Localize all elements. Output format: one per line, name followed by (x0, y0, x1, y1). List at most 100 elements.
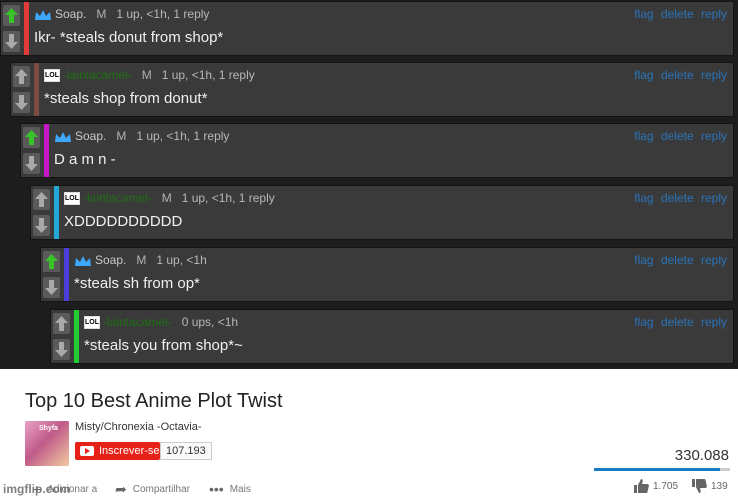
comment-text: *steals you from shop*~ (84, 337, 243, 354)
gender-label: M (96, 7, 107, 21)
channel-avatar-text: Shyfa (39, 425, 59, 432)
arrow-down-icon (25, 156, 38, 171)
lol-avatar-icon: LOL (44, 68, 60, 82)
delete-link[interactable]: delete (661, 253, 694, 267)
comment-text: D a m n - (54, 151, 116, 168)
arrow-down-icon (45, 280, 58, 295)
username-link[interactable]: -laintacamel- (103, 315, 172, 329)
subscribe-button[interactable]: Inscrever-se (75, 442, 160, 460)
youtube-logo-icon (80, 446, 94, 456)
comment-text: *steals shop from donut* (44, 90, 208, 107)
delete-link[interactable]: delete (661, 7, 694, 21)
upvote-button[interactable] (53, 313, 70, 334)
arrow-up-icon (5, 8, 18, 23)
delete-link[interactable]: delete (661, 315, 694, 329)
downvote-button[interactable] (33, 215, 50, 236)
like-ratio-bar (594, 468, 730, 471)
like-button[interactable]: 1.705 (634, 479, 678, 493)
thread-depth-bar (44, 124, 49, 177)
share-arrow-icon: ➦ (115, 481, 127, 497)
comment-thread: Soap. M 1 up, <1h, 1 reply flag delete r… (0, 0, 738, 369)
comment: LOL -laintacamel- 0 ups, <1h flag delete… (50, 309, 734, 364)
like-count: 1.705 (653, 480, 679, 492)
crown-avatar-icon (34, 7, 52, 21)
arrow-down-icon (5, 34, 18, 49)
arrow-up-icon (35, 192, 48, 207)
lol-avatar-icon: LOL (84, 315, 100, 329)
gender-label: M (161, 191, 172, 205)
flag-link[interactable]: flag (634, 68, 653, 82)
channel-name-link[interactable]: Misty/Chronexia -Octavia- (75, 421, 202, 433)
username-link[interactable]: Soap. (75, 129, 106, 143)
gender-label: M (116, 129, 127, 143)
comment: Soap. M 1 up, <1h flag delete reply *ste… (40, 247, 734, 302)
upvote-button[interactable] (13, 66, 30, 87)
arrow-up-icon (45, 254, 58, 269)
thread-depth-bar (64, 248, 69, 301)
comment: Soap. M 1 up, <1h, 1 reply flag delete r… (20, 123, 734, 178)
reply-link[interactable]: reply (701, 129, 727, 143)
username-link[interactable]: -laintacamel- (83, 191, 152, 205)
vote-controls (31, 186, 52, 239)
vote-controls (41, 248, 62, 301)
arrow-up-icon (15, 69, 28, 84)
delete-link[interactable]: delete (661, 191, 694, 205)
downvote-button[interactable] (43, 277, 60, 298)
downvote-button[interactable] (23, 153, 40, 174)
flag-link[interactable]: flag (634, 315, 653, 329)
video-info-panel: Top 10 Best Anime Plot Twist Shyfa Misty… (0, 369, 738, 500)
comment-meta: 1 up, <1h (156, 253, 207, 267)
imgflip-watermark: imgflip.com (3, 482, 71, 496)
reply-link[interactable]: reply (701, 253, 727, 267)
video-title: Top 10 Best Anime Plot Twist (25, 390, 283, 412)
arrow-up-icon (25, 130, 38, 145)
username-link[interactable]: Soap. (95, 253, 126, 267)
more-dots-icon: ••• (209, 481, 224, 497)
reply-link[interactable]: reply (701, 68, 727, 82)
comment-meta: 1 up, <1h, 1 reply (116, 7, 210, 21)
more-button[interactable]: ••• Mais (209, 481, 251, 497)
comment-text: Ikr- *steals donut from shop* (34, 29, 224, 46)
dislike-button[interactable]: 139 (692, 479, 728, 493)
arrow-up-icon (55, 316, 68, 331)
arrow-down-icon (55, 342, 68, 357)
lol-avatar-icon: LOL (64, 191, 80, 205)
downvote-button[interactable] (53, 339, 70, 360)
share-label: Compartilhar (132, 484, 190, 495)
delete-link[interactable]: delete (661, 129, 694, 143)
upvote-button[interactable] (23, 127, 40, 148)
comment-meta: 1 up, <1h, 1 reply (136, 129, 230, 143)
comment: LOL -laintacamel- M 1 up, <1h, 1 reply f… (30, 185, 734, 240)
flag-link[interactable]: flag (634, 129, 653, 143)
crown-avatar-icon (54, 129, 72, 143)
channel-avatar[interactable]: Shyfa (25, 421, 69, 466)
downvote-button[interactable] (3, 31, 20, 52)
more-label: Mais (229, 483, 251, 495)
thread-depth-bar (54, 186, 59, 239)
username-link[interactable]: -laintacamel- (63, 68, 132, 82)
arrow-down-icon (15, 95, 28, 110)
reply-link[interactable]: reply (701, 315, 727, 329)
flag-link[interactable]: flag (634, 191, 653, 205)
crown-avatar-icon (74, 253, 92, 267)
subscriber-count: 107.193 (160, 442, 212, 460)
upvote-button[interactable] (43, 251, 60, 272)
comment-meta: 0 ups, <1h (181, 315, 239, 329)
upvote-button[interactable] (33, 189, 50, 210)
upvote-button[interactable] (3, 5, 20, 26)
delete-link[interactable]: delete (661, 68, 694, 82)
comment: Soap. M 1 up, <1h, 1 reply flag delete r… (0, 1, 734, 56)
comment: LOL -laintacamel- M 1 up, <1h, 1 reply f… (10, 62, 734, 117)
arrow-down-icon (35, 218, 48, 233)
view-count: 330.088 (674, 447, 729, 464)
username-link[interactable]: Soap. (55, 7, 86, 21)
thread-depth-bar (34, 63, 39, 116)
like-ratio-fill (594, 468, 720, 471)
reply-link[interactable]: reply (701, 7, 727, 21)
comment-text: *steals sh from op* (74, 275, 200, 292)
flag-link[interactable]: flag (634, 253, 653, 267)
downvote-button[interactable] (13, 92, 30, 113)
flag-link[interactable]: flag (634, 7, 653, 21)
share-button[interactable]: ➦ Compartilhar (115, 481, 190, 498)
reply-link[interactable]: reply (701, 191, 727, 205)
